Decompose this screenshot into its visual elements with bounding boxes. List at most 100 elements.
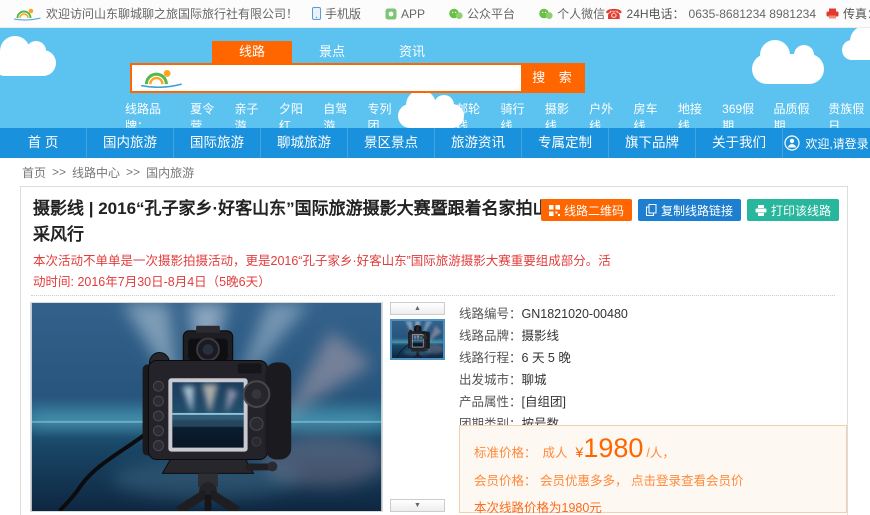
printer-icon — [755, 205, 767, 216]
top-utility-bar: 欢迎访问山东聊城聊之旅国际旅行社有限公司！ 手机版 APP 公众平台 个人微信 … — [0, 0, 870, 28]
member-price-text: 会员优惠多多， — [540, 474, 628, 488]
category-link[interactable]: 摄影线 — [545, 100, 576, 128]
nav-item-domestic[interactable]: 国内旅游 — [87, 128, 174, 158]
departure-city: 聊城 — [522, 373, 547, 387]
mobile-phone-icon — [312, 7, 321, 20]
route-photo-camera[interactable] — [30, 302, 383, 512]
banner: 线路 景点 资讯 搜 索 线路品牌： 夏令营 亲子游 夕阳红 自驾游 专列团 包… — [0, 28, 870, 128]
tab-news[interactable]: 资讯 — [372, 41, 452, 63]
cloud-decoration — [842, 40, 870, 60]
thumbnail-camera[interactable] — [390, 319, 445, 360]
breadcrumb-separator: >> — [52, 165, 66, 179]
nav-item-about[interactable]: 关于我们 — [696, 128, 783, 158]
route-actions: 线路二维码 复制线路链接 打印该线路 — [541, 199, 839, 221]
breadcrumb-route-center[interactable]: 线路中心 — [72, 164, 120, 181]
activity-notice: 本次活动不单单是一次摄影拍摄活动，更是2016“孔子家乡·好客山东”国际旅游摄影… — [33, 251, 613, 293]
welcome-text: 欢迎访问山东聊城聊之旅国际旅行社有限公司！ — [46, 5, 298, 22]
phone-icon: ☎ — [605, 7, 622, 21]
dotted-divider — [31, 295, 835, 296]
info-row-brand: 线路品牌：摄影线 — [459, 330, 628, 343]
app-icon — [385, 8, 397, 20]
member-price-label: 会员价格： — [474, 474, 537, 488]
search-input[interactable] — [188, 65, 523, 91]
category-label: 线路品牌： — [125, 100, 177, 128]
category-link[interactable]: 骑行线 — [501, 100, 532, 128]
qr-code-button[interactable]: 线路二维码 — [541, 199, 632, 221]
category-link[interactable]: 品质假期 — [773, 100, 815, 128]
tab-routes[interactable]: 线路 — [212, 41, 292, 63]
qr-icon — [549, 205, 560, 216]
cloud-decoration — [752, 54, 824, 84]
category-link[interactable]: 夏令营 — [190, 100, 221, 128]
thumbnail-column: ▲ ▼ — [389, 302, 447, 512]
route-brand: 摄影线 — [522, 329, 560, 343]
category-link[interactable]: 邮轮线 — [456, 100, 487, 128]
info-row-duration: 线路行程：6 天 5 晚 — [459, 352, 628, 365]
currency-symbol: ¥ — [576, 444, 584, 460]
login-to-view-member-price-link[interactable]: 点击登录查看会员价 — [631, 474, 744, 488]
nav-item-travel-news[interactable]: 旅游资讯 — [435, 128, 522, 158]
route-info-list: 线路编号：GN1821020-00480 线路品牌：摄影线 线路行程：6 天 5… — [459, 308, 628, 440]
nav-item-scenic-spots[interactable]: 景区景点 — [348, 128, 435, 158]
print-route-button[interactable]: 打印该线路 — [747, 199, 839, 221]
thumbnail-scroll-up-button[interactable]: ▲ — [390, 302, 445, 315]
public-platform-link[interactable]: 公众平台 — [449, 5, 515, 22]
adult-label: 成人 — [543, 442, 568, 461]
login-entry[interactable]: 欢迎,请登录 — [783, 128, 870, 158]
category-link[interactable]: 地接线 — [678, 100, 709, 128]
user-icon — [784, 135, 800, 151]
category-link[interactable]: 自驾游 — [323, 100, 354, 128]
cloud-decoration — [0, 50, 56, 76]
category-link[interactable]: 贵族假日 — [828, 100, 870, 128]
price-amount: 1980 — [583, 436, 643, 460]
standard-price-label: 标准价格： — [474, 442, 537, 461]
site-logo-icon — [138, 68, 184, 88]
copy-link-button[interactable]: 复制线路链接 — [638, 199, 741, 221]
tab-spots[interactable]: 景点 — [292, 41, 372, 63]
hotline: ☎ 24H电话： 0635-8681234 8981234 — [605, 5, 816, 22]
search-tabs: 线路 景点 资讯 — [212, 41, 452, 63]
search-button[interactable]: 搜 索 — [521, 65, 583, 91]
route-title: 摄影线 | 2016“孔子家乡·好客山东”国际旅游摄影大赛暨跟着名家拍山东威海采… — [33, 196, 613, 248]
category-link[interactable]: 369假期 — [722, 100, 760, 128]
mobile-version-link[interactable]: 手机版 — [312, 5, 361, 22]
info-row-departure: 出发城市：聊城 — [459, 374, 628, 387]
route-number: GN1821020-00480 — [522, 307, 628, 321]
info-row-number: 线路编号：GN1821020-00480 — [459, 308, 628, 321]
wechat-icon — [449, 8, 463, 20]
category-link[interactable]: 专列团 — [368, 100, 399, 128]
category-link[interactable]: 房车线 — [633, 100, 664, 128]
price-unit: /人， — [646, 442, 674, 461]
standard-price-row: 标准价格： 成人 ¥ 1980 /人， — [474, 436, 832, 461]
login-text: 欢迎,请登录 — [805, 135, 868, 152]
breadcrumb-domestic[interactable]: 国内旅游 — [146, 164, 194, 181]
personal-wechat-link[interactable]: 个人微信 — [539, 5, 605, 22]
route-detail-panel: 摄影线 | 2016“孔子家乡·好客山东”国际旅游摄影大赛暨跟着名家拍山东威海采… — [20, 186, 848, 515]
fax: 传真： 0635-8336665 — [826, 5, 870, 22]
thumbnail-scroll-down-button[interactable]: ▼ — [390, 499, 445, 512]
wechat-icon — [539, 8, 553, 20]
nav-item-liaocheng[interactable]: 聊城旅游 — [261, 128, 348, 158]
breadcrumb-home[interactable]: 首页 — [22, 164, 46, 181]
category-links-row: 线路品牌： 夏令营 亲子游 夕阳红 自驾游 专列团 包机线 邮轮线 骑行线 摄影… — [125, 100, 870, 128]
nav-item-international[interactable]: 国际旅游 — [174, 128, 261, 158]
app-link[interactable]: APP — [385, 7, 425, 21]
category-link[interactable]: 夕阳红 — [279, 100, 310, 128]
breadcrumb-separator: >> — [126, 165, 140, 179]
price-note: 本次线路价格为1980元 — [474, 497, 832, 515]
page: 欢迎访问山东聊城聊之旅国际旅行社有限公司！ 手机版 APP 公众平台 个人微信 … — [0, 0, 870, 515]
nav-item-home[interactable]: 首 页 — [0, 128, 87, 158]
breadcrumb: 首页 >> 线路中心 >> 国内旅游 — [0, 158, 870, 186]
category-link[interactable]: 亲子游 — [235, 100, 266, 128]
product-attribute: [自组团] — [522, 395, 566, 409]
info-row-attribute: 产品属性：[自组团] — [459, 396, 628, 409]
site-logo-icon — [12, 5, 42, 23]
nav-item-custom[interactable]: 专属定制 — [522, 128, 609, 158]
category-link[interactable]: 户外线 — [589, 100, 620, 128]
hotline-numbers: 0635-8681234 8981234 — [689, 7, 816, 21]
nav-item-brands[interactable]: 旗下品牌 — [609, 128, 696, 158]
category-link[interactable]: 包机线 — [412, 100, 443, 128]
price-box: 标准价格： 成人 ¥ 1980 /人， 会员价格： 会员优惠多多， 点击登录查看… — [459, 425, 847, 513]
copy-icon — [646, 204, 657, 216]
main-nav: 首 页 国内旅游 国际旅游 聊城旅游 景区景点 旅游资讯 专属定制 旗下品牌 关… — [0, 128, 870, 158]
